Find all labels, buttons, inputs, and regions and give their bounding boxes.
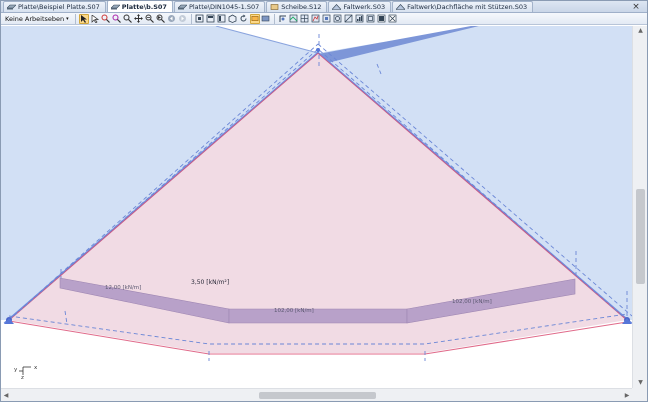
line-load-band-2 [228, 308, 408, 324]
document-tab[interactable]: Faltwerk.S03 [328, 1, 392, 12]
display-option-10-icon[interactable] [377, 14, 387, 24]
folded-plate-icon [396, 4, 406, 10]
view-iso-icon[interactable] [228, 14, 238, 24]
chevron-down-icon: ▾ [66, 15, 69, 22]
pick-pointer-icon[interactable] [90, 14, 100, 24]
display-option-4-icon[interactable] [311, 14, 321, 24]
plate-icon [177, 4, 187, 10]
pan-icon[interactable] [134, 14, 144, 24]
document-tab[interactable]: Platte\Beispiel Platte.S07 [3, 1, 106, 12]
document-tab[interactable]: Platte\DIN1045-1.S07 [173, 1, 266, 12]
workplane-label: Keine Arbeitseben [5, 14, 65, 23]
scrollbar-corner [632, 388, 647, 401]
tab-label: Platte\b.S07 [121, 2, 167, 11]
view-side-icon[interactable] [217, 14, 227, 24]
axis-label-x: x [34, 365, 38, 371]
scroll-down-arrow[interactable]: ▼ [633, 378, 647, 388]
scroll-up-arrow[interactable]: ▲ [633, 26, 647, 36]
document-tab[interactable]: Faltwerk\Dachfläche mit Stützen.S03 [392, 1, 534, 12]
horizontal-scrollbar[interactable]: ◀ ▶ [1, 388, 632, 401]
line-load-label: 102,00 [kN/m] [274, 308, 314, 314]
axis-label-z: z [21, 375, 24, 381]
tab-label: Scheibe.S12 [281, 3, 322, 11]
plate-icon [110, 4, 120, 10]
display-option-2-icon[interactable] [289, 14, 299, 24]
back-icon[interactable] [167, 14, 177, 24]
rotate-view-icon[interactable] [239, 14, 249, 24]
document-tab[interactable]: Scheibe.S12 [266, 1, 328, 12]
line-load-label: 12,00 [kN/m] [105, 285, 142, 291]
plate-icon [7, 4, 16, 10]
zoom-window-icon[interactable] [112, 14, 122, 24]
scroll-right-arrow[interactable]: ▶ [622, 389, 632, 401]
node-top [316, 48, 320, 52]
toolbar-separator [74, 13, 76, 24]
render-mode-icon[interactable] [249, 13, 260, 24]
line-load-label: 102,00 [kN/m] [452, 299, 492, 305]
toolbar-separator [273, 13, 275, 24]
display-option-5-icon[interactable] [322, 14, 332, 24]
area-load-label: 3,50 [kN/m²] [191, 279, 230, 286]
zoom-icon[interactable] [123, 14, 133, 24]
display-option-9-icon[interactable] [366, 14, 376, 24]
vertical-scrollbar[interactable]: ▲ ▼ [632, 26, 647, 388]
horizontal-scroll-thumb[interactable] [259, 392, 376, 399]
render-shaded-icon[interactable] [261, 14, 271, 24]
folded-plate-icon [332, 4, 342, 10]
view-toolbar: Keine Arbeitseben ▾ [1, 13, 647, 25]
view-front-icon[interactable] [195, 14, 205, 24]
forward-icon[interactable] [178, 14, 188, 24]
workplane-dropdown[interactable]: Keine Arbeitseben ▾ [4, 14, 72, 24]
display-option-6-icon[interactable] [333, 14, 343, 24]
display-option-7-icon[interactable] [344, 14, 354, 24]
display-option-3-icon[interactable] [300, 14, 310, 24]
vertical-scroll-thumb[interactable] [636, 189, 645, 284]
document-tab-bar: Platte\Beispiel Platte.S07 Platte\b.S07 Pl… [1, 1, 647, 13]
model-drawing [1, 26, 632, 375]
tab-label: Platte\DIN1045-1.S07 [188, 3, 260, 11]
zoom-all-icon[interactable] [145, 14, 155, 24]
display-option-1-icon[interactable] [278, 14, 288, 24]
application-window: Platte\Beispiel Platte.S07 Platte\b.S07 Pl… [0, 0, 648, 402]
display-option-11-icon[interactable] [388, 14, 398, 24]
scroll-left-arrow[interactable]: ◀ [1, 389, 11, 401]
select-pointer-icon[interactable] [78, 13, 89, 24]
wall-icon [270, 4, 279, 10]
tab-label: Faltwerk.S03 [343, 3, 386, 11]
tab-label: Faltwerk\Dachfläche mit Stützen.S03 [407, 3, 528, 11]
display-option-8-icon[interactable] [355, 14, 365, 24]
axis-triad [19, 366, 31, 375]
axis-label-y: y [14, 367, 18, 373]
tab-label: Platte\Beispiel Platte.S07 [18, 3, 100, 11]
document-tab[interactable]: Platte\b.S07 [106, 1, 173, 12]
toolbar-separator [190, 13, 192, 24]
view-top-icon[interactable] [206, 14, 216, 24]
zoom-previous-icon[interactable] [156, 14, 166, 24]
model-canvas[interactable]: 12,00 [kN/m] 102,00 [kN/m] 102,00 [kN/m]… [1, 26, 632, 388]
zoom-in-icon[interactable] [101, 14, 111, 24]
close-tab-button[interactable]: × [631, 2, 641, 12]
